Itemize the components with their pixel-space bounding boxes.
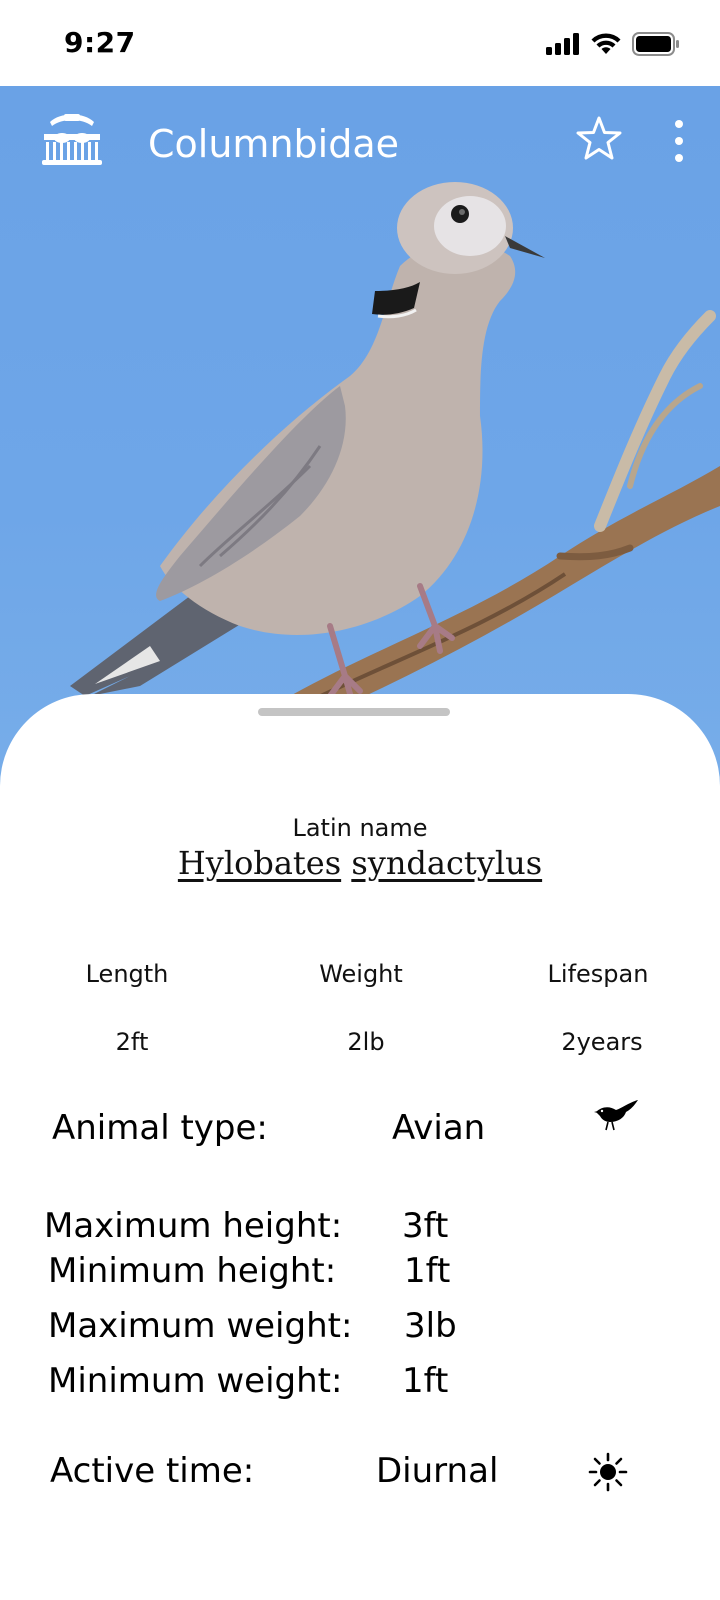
page-title: Columnbidae [148, 122, 399, 166]
active-time-value: Diurnal [376, 1451, 499, 1491]
max-weight-value: 3lb [404, 1306, 457, 1346]
max-weight-label: Maximum weight: [48, 1306, 353, 1346]
signal-icon [546, 33, 579, 55]
status-time: 9:27 [64, 26, 136, 59]
max-height-value: 3ft [402, 1206, 449, 1246]
min-weight-value: 1ft [402, 1361, 449, 1401]
bird-icon [594, 1100, 638, 1131]
latin-name: Hylobates syndactylus [0, 844, 720, 882]
status-bar: 9:27 [0, 0, 720, 86]
status-icons [546, 32, 680, 56]
stat-lifespan-label: Lifespan [547, 960, 649, 988]
details-sheet: Latin name Hylobates syndactylus Length … [0, 694, 720, 1600]
more-vert-icon[interactable] [664, 116, 694, 166]
animal-type-value: Avian [392, 1108, 486, 1148]
stat-weight-label: Weight [319, 960, 403, 988]
sun-icon [588, 1452, 628, 1492]
min-height-value: 1ft [404, 1251, 451, 1291]
zoo-logo-icon[interactable] [40, 108, 104, 168]
stat-lifespan-value: 2years [561, 1028, 643, 1056]
min-weight-label: Minimum weight: [48, 1361, 343, 1401]
latin-name-label: Latin name [292, 814, 428, 842]
latin-species: syndactylus [351, 844, 543, 882]
min-height-label: Minimum height: [48, 1251, 337, 1291]
drag-handle[interactable] [258, 708, 450, 716]
wifi-icon [591, 33, 621, 54]
latin-genus: Hylobates [177, 844, 342, 882]
stat-length-label: Length [85, 960, 169, 988]
stat-length-value: 2ft [115, 1028, 149, 1056]
active-time-label: Active time: [50, 1451, 255, 1491]
animal-type-label: Animal type: [52, 1108, 268, 1148]
star-icon[interactable] [574, 114, 624, 164]
max-height-label: Maximum height: [44, 1206, 343, 1246]
stat-weight-value: 2lb [347, 1028, 385, 1056]
battery-icon [632, 32, 679, 56]
app-bar: Columnbidae [0, 86, 720, 198]
